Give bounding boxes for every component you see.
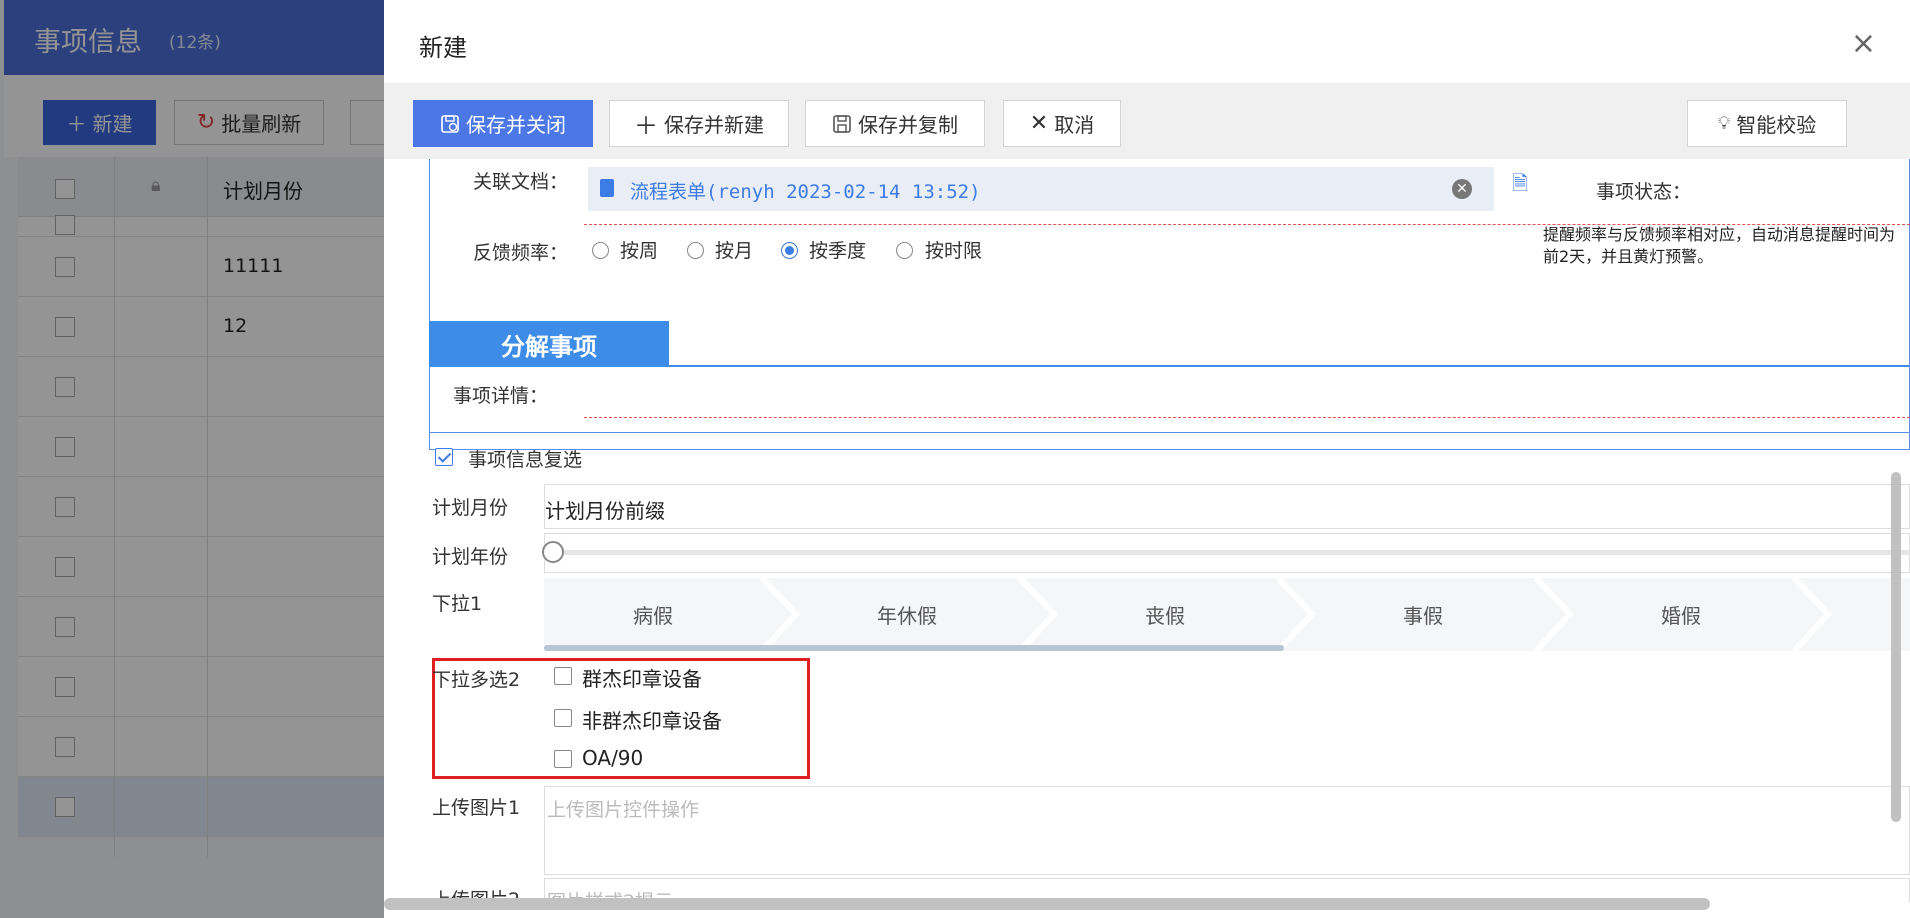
- save-close-button[interactable]: 保存并关闭: [413, 100, 593, 147]
- radio-deadline-label[interactable]: 按时限: [925, 236, 982, 263]
- horizontal-scrollbar[interactable]: [384, 898, 1710, 910]
- clear-icon[interactable]: ✕: [1452, 179, 1472, 199]
- step-marriage-leave[interactable]: 婚假: [1568, 578, 1794, 651]
- plan-month-label: 计划月份: [432, 497, 509, 519]
- plan-year-slider-track[interactable]: [554, 550, 1910, 555]
- reminder-hint: 提醒频率与反馈频率相对应，自动消息提醒时间为前2天，并且黄灯预警。: [1543, 225, 1896, 266]
- dropdown1-label: 下拉1: [432, 593, 483, 615]
- upload1-label: 上传图片1: [432, 797, 521, 819]
- plan-year-slider-handle[interactable]: [542, 541, 564, 563]
- save-copy-button[interactable]: 保存并复制: [805, 100, 985, 147]
- lightbulb-icon: 💡︎: [1717, 113, 1731, 134]
- dialog-title: 新建: [419, 34, 467, 62]
- dropdown-multi2-label: 下拉多选2: [432, 669, 521, 691]
- save-new-label: 保存并新建: [664, 113, 764, 137]
- step-sick-leave[interactable]: 病假: [544, 578, 762, 651]
- option-non-qunjie-seal[interactable]: 非群杰印章设备: [582, 705, 722, 734]
- smart-check-button[interactable]: 💡︎ 智能校验: [1687, 100, 1847, 147]
- multi-select-label[interactable]: 事项信息复选: [468, 445, 582, 472]
- smart-check-label: 智能校验: [1736, 113, 1817, 137]
- option-checkbox[interactable]: [554, 667, 572, 685]
- plan-month-value: 计划月份前缀: [545, 499, 665, 523]
- radio-deadline[interactable]: [896, 242, 913, 259]
- option-checkbox[interactable]: [554, 750, 572, 768]
- save-icon: [833, 114, 851, 133]
- save-close-label: 保存并关闭: [466, 113, 566, 137]
- vertical-scrollbar[interactable]: [1891, 472, 1901, 822]
- radio-monthly-label[interactable]: 按月: [715, 236, 753, 263]
- cancel-label: 取消: [1054, 113, 1095, 137]
- required-underline: [584, 417, 1910, 418]
- plan-year-label: 计划年份: [432, 546, 509, 568]
- option-checkbox[interactable]: [554, 709, 572, 727]
- status-label: 事项状态：: [1596, 181, 1692, 203]
- related-doc-field[interactable]: 流程表单(renyh 2023-02-14 13:52) ✕: [588, 167, 1494, 211]
- plan-month-input[interactable]: 计划月份前缀: [544, 484, 1910, 529]
- save-new-button[interactable]: ＋ 保存并新建: [609, 100, 789, 147]
- feedback-label: 反馈频率：: [473, 242, 569, 264]
- step-personal-leave[interactable]: 事假: [1310, 578, 1536, 651]
- multi-select-checkbox[interactable]: [435, 448, 453, 466]
- upload1-field[interactable]: 上传图片控件操作: [544, 786, 1910, 875]
- save-copy-label: 保存并复制: [858, 113, 958, 137]
- dropdown1-steps: 病假 年休假 丧假 事假 婚假: [544, 578, 1910, 651]
- steps-scrollbar[interactable]: [544, 645, 1284, 651]
- dialog-header: 新建 ×: [384, 0, 1910, 84]
- related-doc-value[interactable]: 流程表单(renyh 2023-02-14 13:52): [630, 177, 981, 204]
- radio-monthly[interactable]: [687, 242, 704, 259]
- section-title: 分解事项: [429, 321, 669, 367]
- document-select-icon[interactable]: 🗎︎: [1512, 169, 1528, 203]
- step-annual-leave[interactable]: 年休假: [794, 578, 1020, 651]
- step-funeral-leave[interactable]: 丧假: [1052, 578, 1278, 651]
- radio-quarterly-label[interactable]: 按季度: [809, 236, 866, 263]
- detail-label: 事项详情：: [453, 385, 549, 407]
- cancel-button[interactable]: ✕ 取消: [1003, 100, 1121, 147]
- close-icon[interactable]: ×: [1851, 26, 1876, 61]
- upload1-placeholder: 上传图片控件操作: [547, 799, 700, 821]
- dialog-content: 关联文档： 流程表单(renyh 2023-02-14 13:52) ✕ 🗎︎ …: [384, 159, 1910, 902]
- related-doc-label: 关联文档：: [473, 171, 569, 193]
- document-icon: [600, 179, 614, 197]
- new-item-dialog: 新建 × 保存并关闭 ＋ 保存并新建 保存并复制 ✕ 取消 💡︎ 智能校验 关联…: [384, 0, 1910, 918]
- plus-icon: ＋: [634, 112, 658, 140]
- close-icon: ✕: [1029, 111, 1049, 136]
- radio-weekly[interactable]: [592, 242, 609, 259]
- option-oa90[interactable]: OA/90: [582, 746, 643, 770]
- radio-quarterly[interactable]: [781, 242, 798, 259]
- option-qunjie-seal[interactable]: 群杰印章设备: [582, 663, 702, 692]
- radio-weekly-label[interactable]: 按周: [620, 236, 658, 263]
- save-icon: [441, 114, 459, 133]
- dialog-toolbar: 保存并关闭 ＋ 保存并新建 保存并复制 ✕ 取消 💡︎ 智能校验: [384, 84, 1910, 159]
- detail-panel: [429, 367, 1910, 433]
